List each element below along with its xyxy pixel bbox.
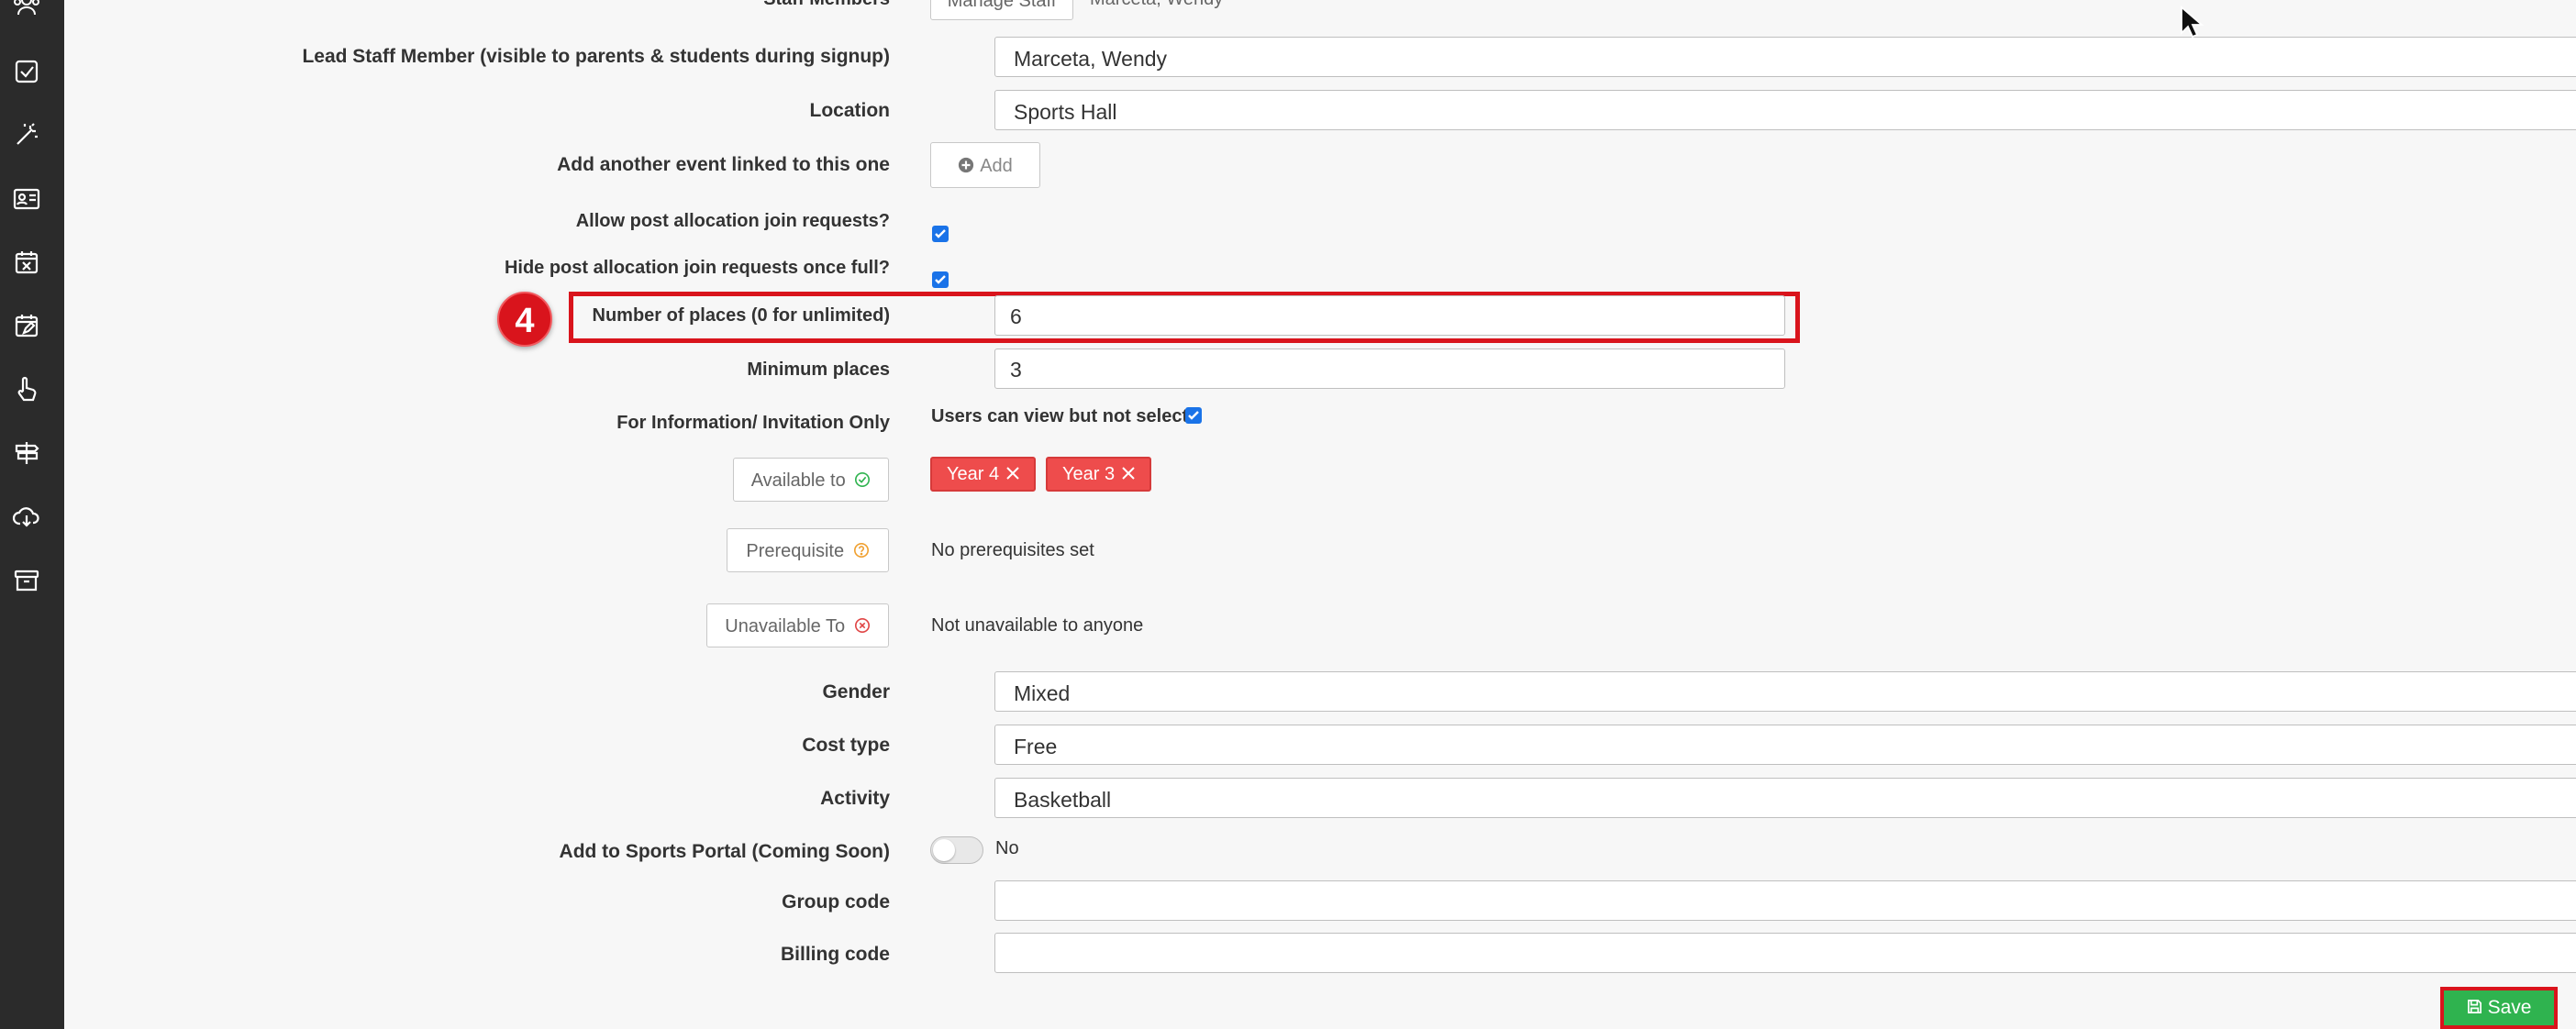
sports-portal-label: Add to Sports Portal (Coming Soon) — [559, 841, 890, 862]
prerequisite-text: No prerequisites set — [931, 540, 1094, 560]
min-places-label: Minimum places — [747, 360, 890, 380]
group-code-label: Group code — [782, 891, 890, 913]
tag-label: Year 3 — [1062, 464, 1116, 484]
location-label: Location — [809, 100, 891, 121]
billing-code-label: Billing code — [780, 944, 890, 965]
close-icon[interactable] — [1005, 465, 1021, 481]
plus-circle-icon — [959, 158, 974, 173]
id-card-icon[interactable] — [12, 184, 41, 214]
save-icon — [2467, 1000, 2482, 1014]
question-circle-icon — [853, 543, 869, 559]
manage-staff-button[interactable]: Manage Staff — [930, 0, 1073, 20]
users-icon[interactable] — [12, 0, 41, 20]
sidebar — [0, 0, 64, 1029]
linked-event-label: Add another event linked to this one — [557, 154, 890, 175]
places-input[interactable]: 6 — [994, 295, 1785, 336]
cost-type-label: Cost type — [802, 735, 890, 756]
staff-members-value: Marceta, Wendy — [1090, 0, 1223, 10]
calendar-edit-icon[interactable] — [12, 311, 41, 340]
activity-select[interactable]: Basketball — [994, 778, 2576, 818]
min-places-input[interactable]: 3 — [994, 349, 1785, 389]
hand-pointer-icon[interactable] — [12, 374, 41, 404]
hide-join-checkbox[interactable] — [932, 271, 949, 288]
unavailable-to-label: Unavailable To — [725, 616, 846, 636]
cloud-download-icon[interactable] — [12, 502, 41, 531]
lead-staff-select[interactable]: Marceta, Wendy — [994, 37, 2576, 77]
activity-value: Basketball — [1014, 788, 1112, 812]
toggle-knob — [933, 839, 955, 861]
archive-icon[interactable] — [12, 566, 41, 595]
gender-value: Mixed — [1014, 681, 1071, 705]
save-label: Save — [2487, 997, 2532, 1018]
unavailable-to-text: Not unavailable to anyone — [931, 615, 1144, 636]
allow-join-label: Allow post allocation join requests? — [575, 211, 890, 231]
allow-join-checkbox[interactable] — [932, 226, 949, 242]
hide-join-label: Hide post allocation join requests once … — [504, 258, 890, 278]
places-label: Number of places (0 for unlimited) — [592, 305, 890, 326]
info-only-label: For Information/ Invitation Only — [616, 413, 890, 433]
group-code-input[interactable] — [994, 880, 2576, 921]
step-badge: 4 — [497, 292, 552, 347]
gender-label: Gender — [822, 681, 890, 703]
calendar-x-icon[interactable] — [12, 248, 41, 277]
prerequisite-button[interactable]: Prerequisite — [727, 528, 889, 572]
activity-label: Activity — [820, 788, 890, 809]
event-form: Staff Members Manage Staff Marceta, Wend… — [64, 0, 2576, 1029]
save-button[interactable]: Save — [2440, 987, 2558, 1029]
sports-portal-toggle[interactable] — [930, 836, 983, 864]
available-tag-year-4[interactable]: Year 4 — [930, 457, 1037, 492]
billing-code-input[interactable] — [994, 933, 2576, 973]
check-circle-icon — [855, 472, 871, 488]
close-icon[interactable] — [1120, 465, 1137, 481]
tag-label: Year 4 — [947, 464, 1000, 484]
info-only-text: Users can view but not select — [931, 406, 1189, 426]
magic-wand-icon[interactable] — [12, 120, 41, 149]
mouse-cursor-icon — [2181, 6, 2204, 39]
available-to-button[interactable]: Available to — [733, 458, 889, 502]
checkbox-icon[interactable] — [12, 57, 41, 86]
cost-type-select[interactable]: Free — [994, 725, 2576, 765]
add-linked-event-label: Add — [980, 156, 1013, 176]
lead-staff-label: Lead Staff Member (visible to parents & … — [302, 46, 890, 67]
unavailable-to-button[interactable]: Unavailable To — [706, 603, 889, 647]
add-linked-event-button[interactable]: Add — [930, 142, 1040, 188]
signpost-icon[interactable] — [12, 438, 41, 468]
gender-select[interactable]: Mixed — [994, 671, 2576, 712]
location-select[interactable]: Sports Hall — [994, 90, 2576, 130]
x-circle-icon — [854, 618, 870, 634]
staff-members-label: Staff Members — [763, 0, 890, 10]
available-tag-year-3[interactable]: Year 3 — [1046, 457, 1152, 492]
sports-portal-toggle-text: No — [995, 838, 1019, 858]
info-only-checkbox[interactable] — [1185, 407, 1202, 424]
lead-staff-value: Marceta, Wendy — [1014, 47, 1168, 71]
location-value: Sports Hall — [1014, 100, 1117, 124]
cost-type-value: Free — [1014, 735, 1058, 758]
available-to-label: Available to — [750, 470, 846, 491]
prerequisite-label: Prerequisite — [746, 541, 845, 561]
